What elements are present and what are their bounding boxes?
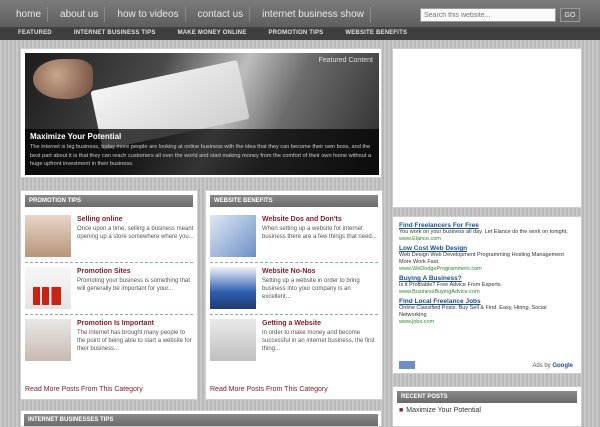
promotion-tips-column: PROMOTION TIPS Selling online Once upon …	[20, 190, 198, 400]
read-more-link[interactable]: Read More Posts From This Category	[25, 386, 143, 393]
hand-image	[33, 59, 93, 99]
post-thumbnail[interactable]	[210, 215, 256, 257]
ad-choices-icon[interactable]	[399, 361, 415, 369]
ad-item: Find Local Freelance Jobs Online Classif…	[399, 298, 575, 325]
ad-url[interactable]: www.jobs.com	[399, 319, 575, 325]
google-logo: Google	[552, 363, 573, 369]
nav-link-contact-us[interactable]: contact us	[192, 7, 251, 22]
nav-link-about-us[interactable]: about us	[54, 7, 106, 22]
nav-link-internet-business-show[interactable]: internet business show	[256, 7, 371, 22]
website-benefits-column: WEBSITE BENEFITS Website Dos and Don'ts …	[205, 190, 383, 400]
text-ads-box: Find Freelancers For Free You work on yo…	[392, 216, 582, 374]
top-nav: home about us how to videos contact us i…	[10, 7, 371, 22]
post-excerpt: Once upon a time, selling a business mea…	[77, 226, 194, 240]
post-excerpt: Promoting your business is something tha…	[77, 278, 191, 292]
post-thumbnail[interactable]	[25, 267, 71, 309]
list-item: Selling online Once upon a time, selling…	[25, 211, 194, 263]
featured-excerpt: The internet is big business, today more…	[30, 144, 372, 167]
category-bar: FEATURED INTERNET BUSINESS TIPS MAKE MON…	[0, 28, 600, 40]
nav-link-how-to-videos[interactable]: how to videos	[111, 7, 186, 22]
list-item: Website No-Nos Setting up a website in o…	[210, 263, 378, 315]
search-input[interactable]	[420, 8, 556, 22]
promotion-tips-heading: PROMOTION TIPS	[25, 195, 193, 207]
category-nav: FEATURED INTERNET BUSINESS TIPS MAKE MON…	[8, 29, 419, 37]
post-excerpt: When setting up a website for internet b…	[262, 226, 377, 240]
featured-title[interactable]: Maximize Your Potential	[30, 132, 374, 141]
category-link-make-money-online[interactable]: MAKE MONEY ONLINE	[168, 29, 259, 37]
internet-businesses-tips-heading: INTERNET BUSINESSES TIPS	[24, 414, 378, 426]
ads-by-label: Ads by	[532, 363, 551, 369]
ad-title[interactable]: Find Freelancers For Free	[399, 222, 479, 229]
recent-posts-heading: RECENT POSTS	[397, 391, 577, 403]
post-thumbnail[interactable]	[210, 267, 256, 309]
nav-link-home[interactable]: home	[10, 7, 49, 22]
list-item: Getting a Website In order to make money…	[210, 315, 378, 367]
post-thumbnail[interactable]	[210, 319, 256, 361]
ad-description: Online Classified Posts. Buy Sell & Find…	[399, 305, 547, 318]
recent-post-item[interactable]: ■ Maximize Your Potential	[399, 407, 575, 414]
internet-businesses-tips-section: INTERNET BUSINESSES TIPS	[20, 410, 382, 427]
read-more-link[interactable]: Read More Posts From This Category	[210, 386, 328, 393]
category-link-featured[interactable]: FEATURED	[8, 29, 64, 37]
search-go-button[interactable]: GO	[560, 8, 580, 22]
post-title[interactable]: Website Dos and Don'ts	[262, 216, 342, 223]
post-title[interactable]: Promotion Is Important	[77, 320, 154, 327]
recent-posts-box: RECENT POSTS ■ Maximize Your Potential	[392, 386, 582, 427]
post-excerpt: The internet has brought many people to …	[77, 330, 192, 352]
post-thumbnail[interactable]	[25, 319, 71, 361]
post-excerpt: Setting up a website in order to bring b…	[262, 278, 360, 300]
featured-panel: Featured Content Maximize Your Potential…	[20, 48, 382, 178]
post-thumbnail[interactable]	[25, 215, 71, 257]
sidebar-ad-space	[392, 48, 582, 208]
featured-caption: Maximize Your Potential The internet is …	[25, 129, 379, 175]
ad-item: Buying A Business? Is it Profitable? Fre…	[399, 275, 575, 295]
ad-description: Is it Profitable? Free Advice From Exper…	[399, 282, 503, 288]
website-benefits-heading: WEBSITE BENEFITS	[210, 195, 378, 207]
list-item: Promotion Is Important The internet has …	[25, 315, 193, 367]
ad-url[interactable]: www.BusinessBuyingAdvice.com	[399, 289, 575, 295]
ad-item: Low Cost Web Design Web Design Web Devel…	[399, 245, 575, 272]
category-link-promotion-tips[interactable]: PROMOTION TIPS	[259, 29, 336, 37]
category-link-website-benefits[interactable]: WEBSITE BENEFITS	[335, 29, 419, 37]
featured-content-label: Featured Content	[318, 57, 373, 64]
ad-url[interactable]: www.Elance.com	[399, 236, 575, 242]
ads-by-google[interactable]: Ads by Google	[532, 363, 573, 369]
post-title[interactable]: Getting a Website	[262, 320, 321, 327]
featured-image[interactable]: Featured Content Maximize Your Potential…	[25, 53, 379, 175]
category-link-internet-business-tips[interactable]: INTERNET BUSINESS TIPS	[64, 29, 168, 37]
list-item: Website Dos and Don'ts When setting up a…	[210, 211, 378, 263]
ad-title[interactable]: Find Local Freelance Jobs	[399, 298, 481, 305]
ad-item: Find Freelancers For Free You work on yo…	[399, 222, 575, 242]
top-navigation-bar: home about us how to videos contact us i…	[0, 0, 600, 28]
list-item: Promotion Sites Promoting your business …	[25, 263, 193, 315]
ad-description: Web Design Web Development Programming H…	[399, 252, 564, 265]
post-title[interactable]: Promotion Sites	[77, 268, 131, 275]
ad-description: You work on your business all day. Let E…	[399, 229, 568, 235]
post-title[interactable]: Selling online	[77, 216, 123, 223]
bullet-icon: ■	[399, 407, 404, 414]
post-excerpt: In order to make money and become succes…	[262, 330, 375, 352]
ad-url[interactable]: www.WeDodgeProgrammers.com	[399, 266, 575, 272]
ad-title[interactable]: Buying A Business?	[399, 275, 462, 282]
ad-title[interactable]: Low Cost Web Design	[399, 245, 467, 252]
post-title[interactable]: Website No-Nos	[262, 268, 316, 275]
recent-post-title[interactable]: Maximize Your Potential	[406, 407, 481, 414]
